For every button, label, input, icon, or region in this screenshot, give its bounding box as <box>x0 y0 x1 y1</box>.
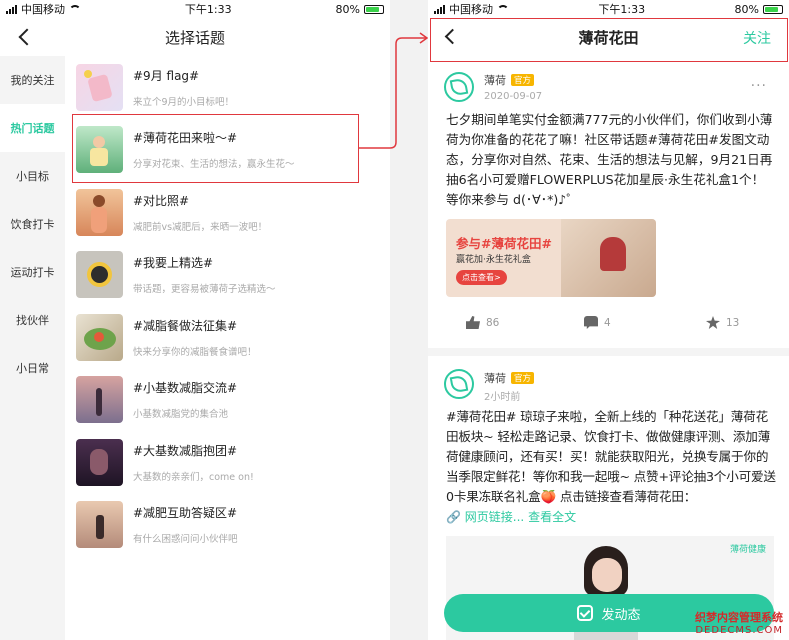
web-link[interactable]: 网页链接... <box>465 510 524 524</box>
topic-title: #对比照# <box>133 193 190 208</box>
topic-title: #我要上精选# <box>133 256 214 271</box>
topic-subtitle: 减肥前vs减肥后，来晒一波吧！ <box>133 221 268 233</box>
post-body: #薄荷花田# 琼琼子来啦，全新上线的「种花送花」薄荷花田板块~ 轻松走路记录、饮… <box>446 409 776 504</box>
topic-thumbnail <box>76 188 123 236</box>
star-icon <box>706 316 720 329</box>
author-name[interactable]: 薄荷 <box>484 74 506 87</box>
battery-icon <box>763 4 783 14</box>
wifi-icon <box>497 5 509 13</box>
topic-item[interactable]: #小基数减脂交流# 小基数减脂党的集合池 <box>65 369 390 432</box>
topic-thumbnail <box>76 313 123 361</box>
official-badge: 官方 <box>511 74 535 86</box>
banner-cta[interactable]: 点击查看> <box>456 270 507 285</box>
topic-subtitle: 有什么困惑问问小伙伴吧 <box>133 534 238 546</box>
topic-subtitle: 快来分享你的减脂餐食谱吧！ <box>133 346 257 358</box>
topic-thumbnail <box>76 438 123 486</box>
carrier: 中国移动 <box>449 3 493 16</box>
topic-thumbnail <box>76 251 123 299</box>
status-bar: 中国移动 下午1:33 80% <box>0 0 390 18</box>
like-count: 86 <box>486 316 500 329</box>
nav-bar: 选择话题 <box>0 18 390 56</box>
right-screen: 中国移动 下午1:33 80% 薄荷花田 关注 薄荷 官方 2020-09-07 … <box>428 0 789 640</box>
post-card: 薄荷 官方 2020-09-07 ··· 七夕期间单笔实付金额满777元的小伙伴们… <box>428 56 789 346</box>
post-update-label: 发动态 <box>601 607 641 623</box>
sidebar-item-buddies[interactable]: 找伙伴 <box>0 296 65 344</box>
carrier: 中国移动 <box>21 3 65 16</box>
sidebar-item-hot-topics[interactable]: 热门话题 <box>0 104 65 152</box>
like-button[interactable]: 86 <box>466 316 499 329</box>
watermark: 织梦内容管理系统 DEDECMS.COM <box>695 609 783 636</box>
topic-item[interactable]: #9月 flag# 来立个9月的小目标吧！ <box>65 56 390 119</box>
avatar[interactable] <box>444 72 474 102</box>
link-icon: 🔗 <box>446 510 461 524</box>
topic-item[interactable]: #减脂餐做法征集# 快来分享你的减脂餐食谱吧！ <box>65 306 390 369</box>
topic-item[interactable]: #大基数减脂抱团# 大基数的亲亲们，come on! <box>65 431 390 494</box>
topic-item[interactable]: #减肥互助答疑区# 有什么困惑问问小伙伴吧 <box>65 494 390 557</box>
sidebar-item-goals[interactable]: 小目标 <box>0 152 65 200</box>
event-banner[interactable]: 参与#薄荷花田# 赢花加·永生花礼盒 点击查看> <box>446 219 656 297</box>
topic-subtitle: 带话题，更容易被薄荷子选精选～ <box>133 284 276 296</box>
image-logo: 薄荷健康 <box>729 545 766 555</box>
back-icon[interactable] <box>18 27 32 45</box>
banner-title: 参与#薄荷花田# <box>456 236 552 251</box>
divider <box>428 348 789 356</box>
status-bar: 中国移动 下午1:33 80% <box>428 0 789 18</box>
page-title: 选择话题 <box>164 28 225 47</box>
topic-title: #9月 flag# <box>133 68 200 83</box>
topic-item[interactable]: #我要上精选# 带话题，更容易被薄荷子选精选～ <box>65 244 390 307</box>
edit-icon <box>577 605 594 621</box>
highlight-box-nav <box>430 18 788 62</box>
wifi-icon <box>69 5 81 13</box>
comment-count: 4 <box>604 316 611 329</box>
topic-title: #小基数减脂交流# <box>133 381 238 396</box>
post-body: 七夕期间单笔实付金额满777元的小伙伴们，你们收到小薄荷为你准备的花花了嘛！社区… <box>446 112 773 207</box>
post-date: 2020-09-07 <box>484 91 543 102</box>
signal-icon <box>434 4 445 14</box>
topic-subtitle: 小基数减脂党的集合池 <box>133 409 229 421</box>
post-actions: 86 4 13 <box>428 316 789 336</box>
battery-percent: 80% <box>734 2 759 16</box>
topic-thumbnail <box>76 376 123 424</box>
topic-item[interactable]: #对比照# 减肥前vs减肥后，来晒一波吧！ <box>65 181 390 244</box>
topic-title: #减肥互助答疑区# <box>133 506 238 521</box>
watermark-line1: 织梦内容管理系统 <box>695 611 783 624</box>
topic-subtitle: 来立个9月的小目标吧！ <box>133 96 235 108</box>
sidebar-item-exercise[interactable]: 运动打卡 <box>0 248 65 296</box>
battery-percent: 80% <box>335 2 360 16</box>
clock: 下午1:33 <box>184 3 232 16</box>
category-sidebar: 我的关注 热门话题 小目标 饮食打卡 运动打卡 找伙伴 小日常 <box>0 56 65 640</box>
avatar[interactable] <box>444 369 474 399</box>
post-date: 2小时前 <box>484 392 521 403</box>
battery-icon <box>364 4 384 14</box>
comment-button[interactable]: 4 <box>584 316 611 329</box>
favorite-button[interactable]: 13 <box>706 316 739 329</box>
thumbs-up-icon <box>466 316 480 329</box>
left-screen: 中国移动 下午1:33 80% 选择话题 我的关注 热门话题 小目标 饮食打卡 … <box>0 0 390 640</box>
sidebar-item-following[interactable]: 我的关注 <box>0 56 65 104</box>
highlight-box-topic <box>72 114 359 183</box>
topic-thumbnail <box>76 63 123 111</box>
topic-title: #大基数减脂抱团# <box>133 443 238 458</box>
comment-icon <box>584 316 598 329</box>
favorite-count: 13 <box>726 316 740 329</box>
banner-subtitle: 赢花加·永生花礼盒 <box>456 255 531 265</box>
expand-full-text[interactable]: 查看全文 <box>528 510 576 524</box>
official-badge: 官方 <box>511 372 535 384</box>
connector-arrow <box>359 32 429 149</box>
signal-icon <box>6 4 17 14</box>
topic-subtitle: 大基数的亲亲们，come on! <box>133 471 254 483</box>
topic-thumbnail <box>76 501 123 549</box>
sidebar-item-diet[interactable]: 饮食打卡 <box>0 200 65 248</box>
topic-title: #减脂餐做法征集# <box>133 318 238 333</box>
sidebar-item-daily[interactable]: 小日常 <box>0 344 65 392</box>
watermark-line2: DEDECMS.COM <box>695 625 783 636</box>
clock: 下午1:33 <box>598 3 646 16</box>
more-icon[interactable]: ··· <box>751 78 767 94</box>
author-name[interactable]: 薄荷 <box>484 372 506 385</box>
